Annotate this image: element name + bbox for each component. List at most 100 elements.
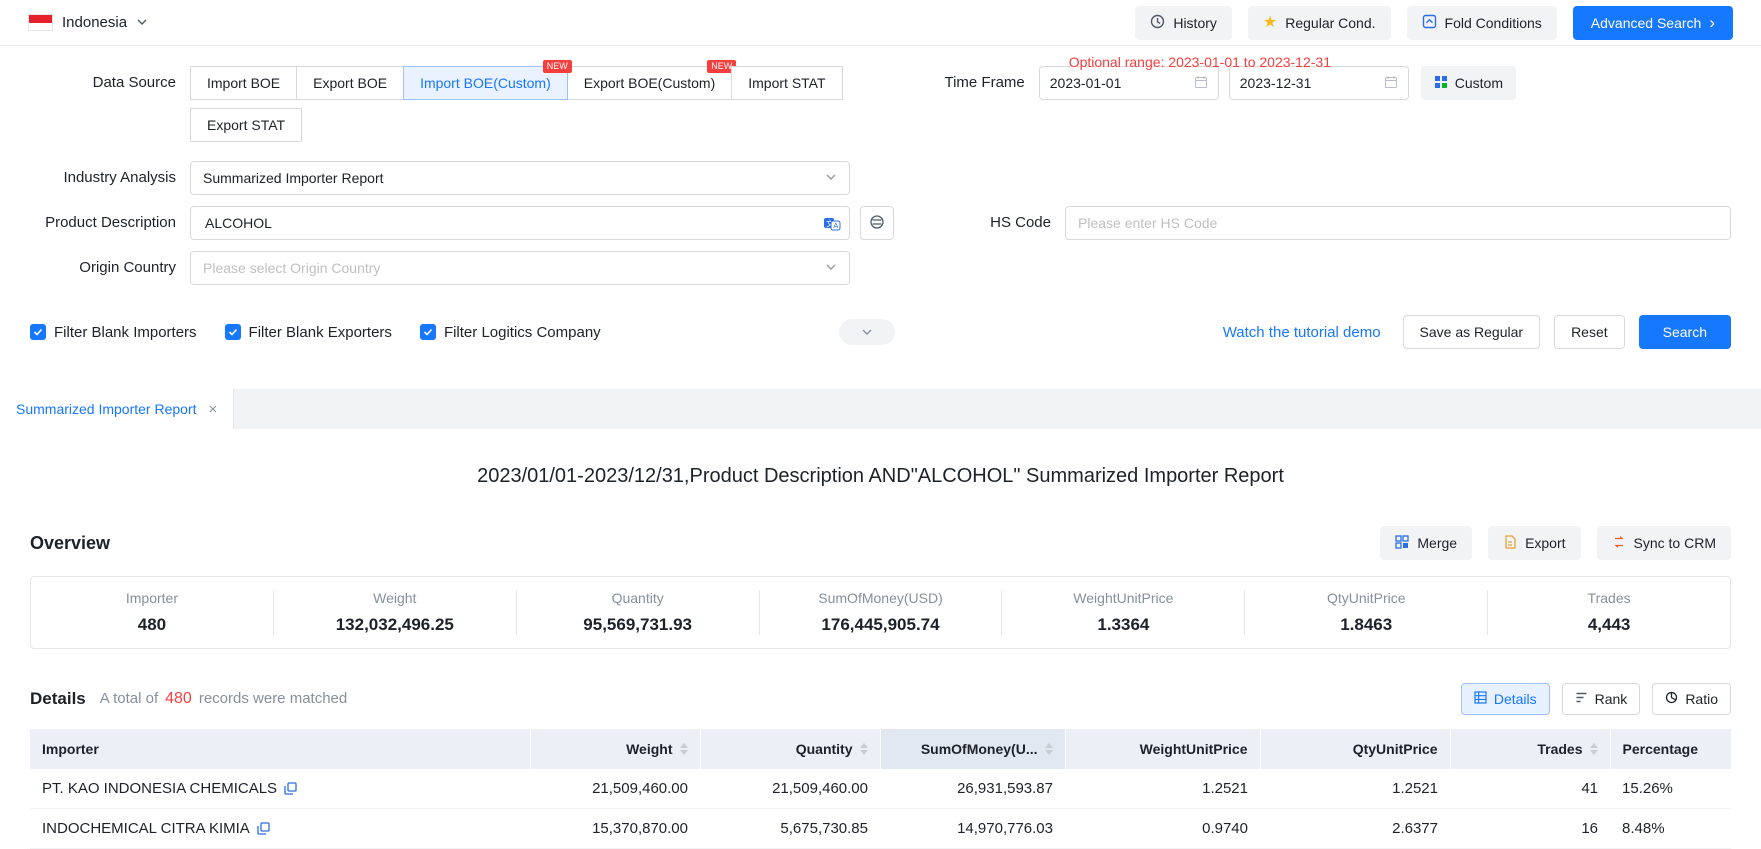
new-badge: NEW [543,60,572,73]
stat-qty-unit-price: QtyUnitPrice 1.8463 [1244,590,1487,635]
data-source-import-boe[interactable]: Import BOE [190,66,297,100]
stat-value: 176,445,905.74 [760,615,1002,635]
reset-button[interactable]: Reset [1554,315,1625,349]
importer-name[interactable]: INDOCHEMICAL CITRA KIMIA [42,820,250,837]
stat-value: 1.8463 [1245,615,1487,635]
sort-icon [680,743,688,755]
origin-country-select[interactable]: Please select Origin Country [190,251,850,285]
custom-range-button[interactable]: Custom [1421,66,1516,100]
view-rank-button[interactable]: Rank [1562,683,1641,715]
chevron-down-icon [825,260,837,276]
fold-conditions-button[interactable]: Fold Conditions [1407,6,1557,40]
hs-code-group: HS Code [955,206,1731,240]
country-selector[interactable]: Indonesia [28,14,148,31]
close-icon[interactable]: × [209,402,218,417]
checkbox-checked-icon [30,324,46,340]
details-heading: Details [30,689,86,709]
data-source-label: Data Source [30,66,190,100]
matched-count: 480 [165,690,192,707]
search-button[interactable]: Search [1639,315,1731,349]
product-label: Product Description [30,206,190,240]
merge-icon [1395,535,1409,552]
time-frame-label: Time Frame [929,66,1039,100]
filter-logistics-company-checkbox[interactable]: Filter Logitics Company [420,324,601,341]
globe-lines-icon [869,214,885,233]
stat-value: 1.3364 [1002,615,1244,635]
advanced-search-button[interactable]: Advanced Search › [1573,6,1733,40]
view-ratio-button[interactable]: Ratio [1652,683,1731,715]
report-content: 2023/01/01-2023/12/31,Product Descriptio… [0,465,1761,849]
stat-label: QtyUnitPrice [1245,590,1487,606]
matched-suffix: records were matched [199,690,347,707]
stat-value: 95,569,731.93 [517,615,759,635]
data-source-export-stat[interactable]: Export STAT [190,108,302,142]
date-from-input[interactable]: 2023-01-01 [1039,66,1219,100]
tab-summarized-importer-report[interactable]: Summarized Importer Report × [0,389,234,429]
data-source-import-boe-custom[interactable]: Import BOE(Custom) NEW [403,66,568,100]
custom-label: Custom [1455,75,1503,91]
save-as-regular-button[interactable]: Save as Regular [1403,315,1541,349]
checkbox-label: Filter Blank Importers [54,324,197,341]
expand-conditions-button[interactable] [839,319,895,345]
copy-icon[interactable] [257,822,270,835]
importer-name[interactable]: PT. KAO INDONESIA CHEMICALS [42,780,277,797]
checkbox-checked-icon [420,324,436,340]
report-title: 2023/01/01-2023/12/31,Product Descriptio… [30,465,1731,488]
stat-importer: Importer 480 [31,590,273,635]
export-label: Export [1525,535,1565,551]
col-quantity-sortable[interactable]: Quantity [700,729,880,769]
data-source-label-text: Export BOE(Custom) [584,75,715,91]
copy-icon[interactable] [284,782,297,795]
col-trades-sortable[interactable]: Trades [1450,729,1610,769]
col-label: QtyUnitPrice [1353,741,1438,757]
stat-quantity: Quantity 95,569,731.93 [516,590,759,635]
quantity-cell: 21,509,460.00 [700,769,880,809]
industry-label: Industry Analysis [30,161,190,195]
sync-to-crm-button[interactable]: Sync to CRM [1597,526,1731,560]
country-name: Indonesia [62,14,127,31]
col-weight-sortable[interactable]: Weight [530,729,700,769]
product-description-input[interactable] [203,214,815,232]
sum-cell: 14,970,776.03 [880,809,1065,849]
view-details-button[interactable]: Details [1461,683,1550,715]
export-button[interactable]: Export [1488,526,1580,560]
fold-conditions-label: Fold Conditions [1445,15,1542,31]
translate-icon[interactable]: 文A [823,214,841,232]
col-sum-of-money-sortable[interactable]: SumOfMoney(U... [880,729,1065,769]
date-from-value: 2023-01-01 [1050,75,1122,91]
overview-heading: Overview [30,533,110,554]
history-button[interactable]: History [1135,6,1232,40]
col-label: Weight [626,741,672,757]
chevron-down-icon [136,15,148,31]
regular-cond-button[interactable]: ★ Regular Cond. [1248,6,1391,40]
stat-label: WeightUnitPrice [1002,590,1244,606]
view-details-label: Details [1494,691,1537,707]
product-row: Product Description 文A HS Code [30,206,1731,240]
filter-blank-importers-checkbox[interactable]: Filter Blank Importers [30,324,197,341]
svg-text:A: A [833,221,838,230]
percentage-cell: 8.48% [1610,809,1731,849]
merge-button[interactable]: Merge [1380,526,1472,560]
trades-cell: 41 [1450,769,1610,809]
stat-label: Weight [274,590,516,606]
rank-bars-icon [1575,691,1588,707]
calendar-icon [1194,75,1208,92]
tutorial-demo-link[interactable]: Watch the tutorial demo [1223,324,1381,341]
data-source-import-stat[interactable]: Import STAT [731,66,842,100]
pie-chart-icon [1665,691,1678,707]
qty-unit-price-cell: 2.6377 [1260,809,1450,849]
filter-blank-exporters-checkbox[interactable]: Filter Blank Exporters [225,324,392,341]
qty-unit-price-cell: 1.2521 [1260,769,1450,809]
col-weight-unit-price: WeightUnitPrice [1065,729,1260,769]
stat-value: 132,032,496.25 [274,615,516,635]
date-to-input[interactable]: 2023-12-31 [1229,66,1409,100]
synonym-button[interactable] [860,206,894,240]
result-tabstrip: Summarized Importer Report × [0,389,1761,429]
hs-code-input[interactable] [1065,206,1731,240]
data-source-export-boe-custom[interactable]: Export BOE(Custom) NEW [567,66,732,100]
industry-select[interactable]: Summarized Importer Report [190,161,850,195]
data-source-export-boe[interactable]: Export BOE [296,66,404,100]
table-header-row: Importer Weight Quantity SumOfMoney(U...… [30,729,1731,769]
table-grid-icon [1474,691,1487,707]
col-qty-unit-price: QtyUnitPrice [1260,729,1450,769]
